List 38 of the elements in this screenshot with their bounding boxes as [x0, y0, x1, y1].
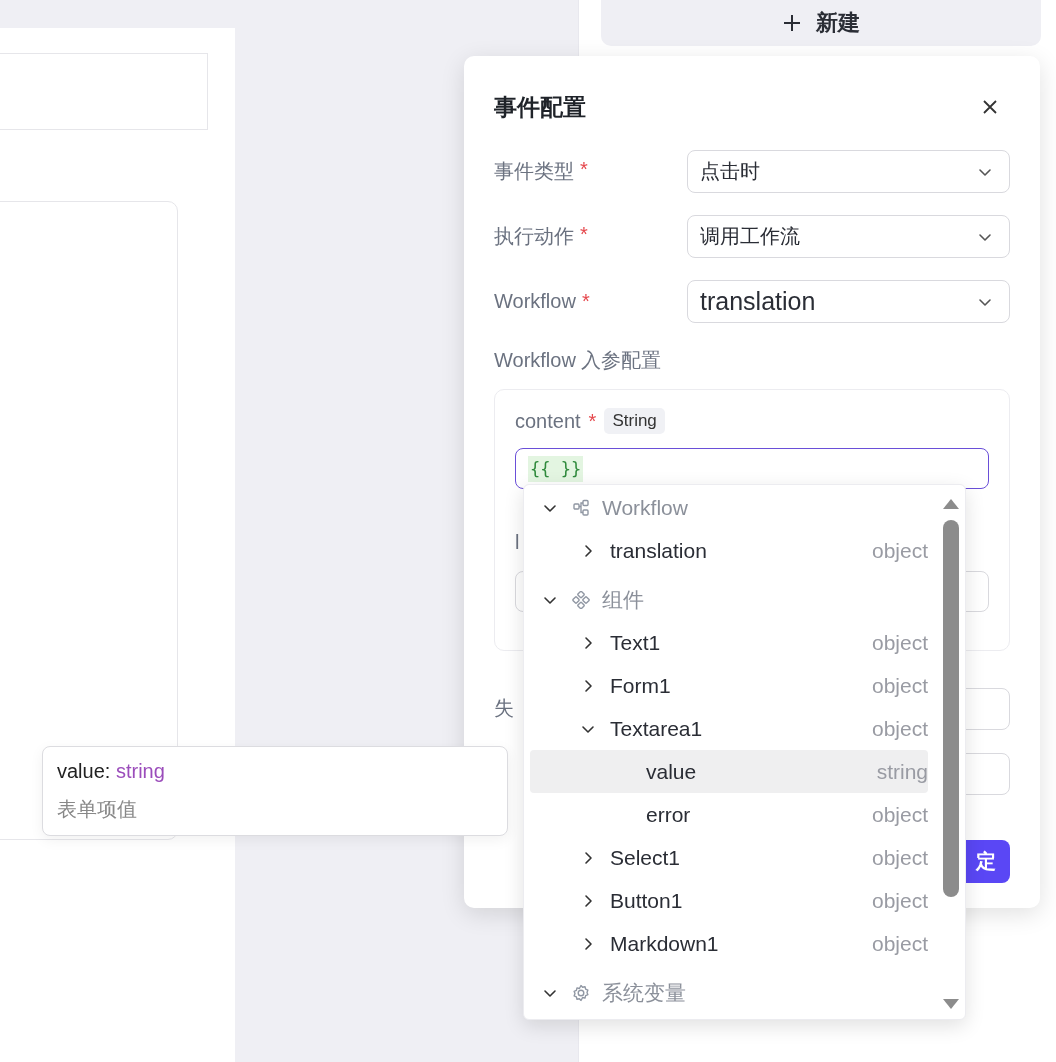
gear-icon [572, 983, 590, 1002]
dialog-title: 事件配置 [494, 92, 586, 122]
section-title: Workflow 入参配置 [494, 348, 663, 373]
required-mark: * [581, 290, 590, 313]
tree-item[interactable]: Markdown1 object [530, 922, 928, 965]
param-label: l [515, 530, 520, 554]
new-button[interactable]: 新建 [601, 0, 1041, 46]
tree-item[interactable]: value string [530, 750, 928, 793]
select-field[interactable]: 点击时 [687, 150, 1010, 193]
field-label: 执行动作 [494, 224, 574, 249]
input-field[interactable] [0, 53, 208, 130]
scroll-down-icon [942, 997, 960, 1011]
required-mark: * [580, 223, 588, 247]
tree-item[interactable]: Button1 object [530, 879, 928, 922]
tree-item[interactable]: Form1 object [530, 664, 928, 707]
select-field[interactable]: 调用工作流 [687, 215, 1010, 258]
tree-item[interactable]: Textarea1 object [530, 707, 928, 750]
tree-item[interactable]: error object [530, 793, 928, 836]
tree-item[interactable]: Text1 object [530, 621, 928, 664]
close-button[interactable] [982, 99, 998, 115]
field-label: 失 [494, 696, 514, 721]
plus-icon [782, 13, 802, 33]
scroll-up-icon [942, 497, 960, 511]
tree-item[interactable]: Select1 object [530, 836, 928, 879]
scrollbar-thumb[interactable] [943, 520, 959, 897]
tooltip-description: 表单项值 [57, 797, 138, 822]
flow-nodes-icon [572, 498, 590, 517]
field-label: Workflow [494, 290, 576, 313]
param-label: content [515, 409, 581, 433]
field-label: 事件类型 [494, 159, 574, 184]
select-field[interactable]: translation [687, 280, 1010, 323]
diamond-grid-icon [572, 590, 590, 609]
required-mark: * [580, 158, 588, 182]
required-mark: * [588, 409, 597, 433]
type-tag: String [604, 408, 665, 434]
close-icon [982, 99, 998, 115]
tree-item[interactable]: translation object [530, 529, 928, 572]
tooltip-signature: value: string [57, 759, 166, 784]
